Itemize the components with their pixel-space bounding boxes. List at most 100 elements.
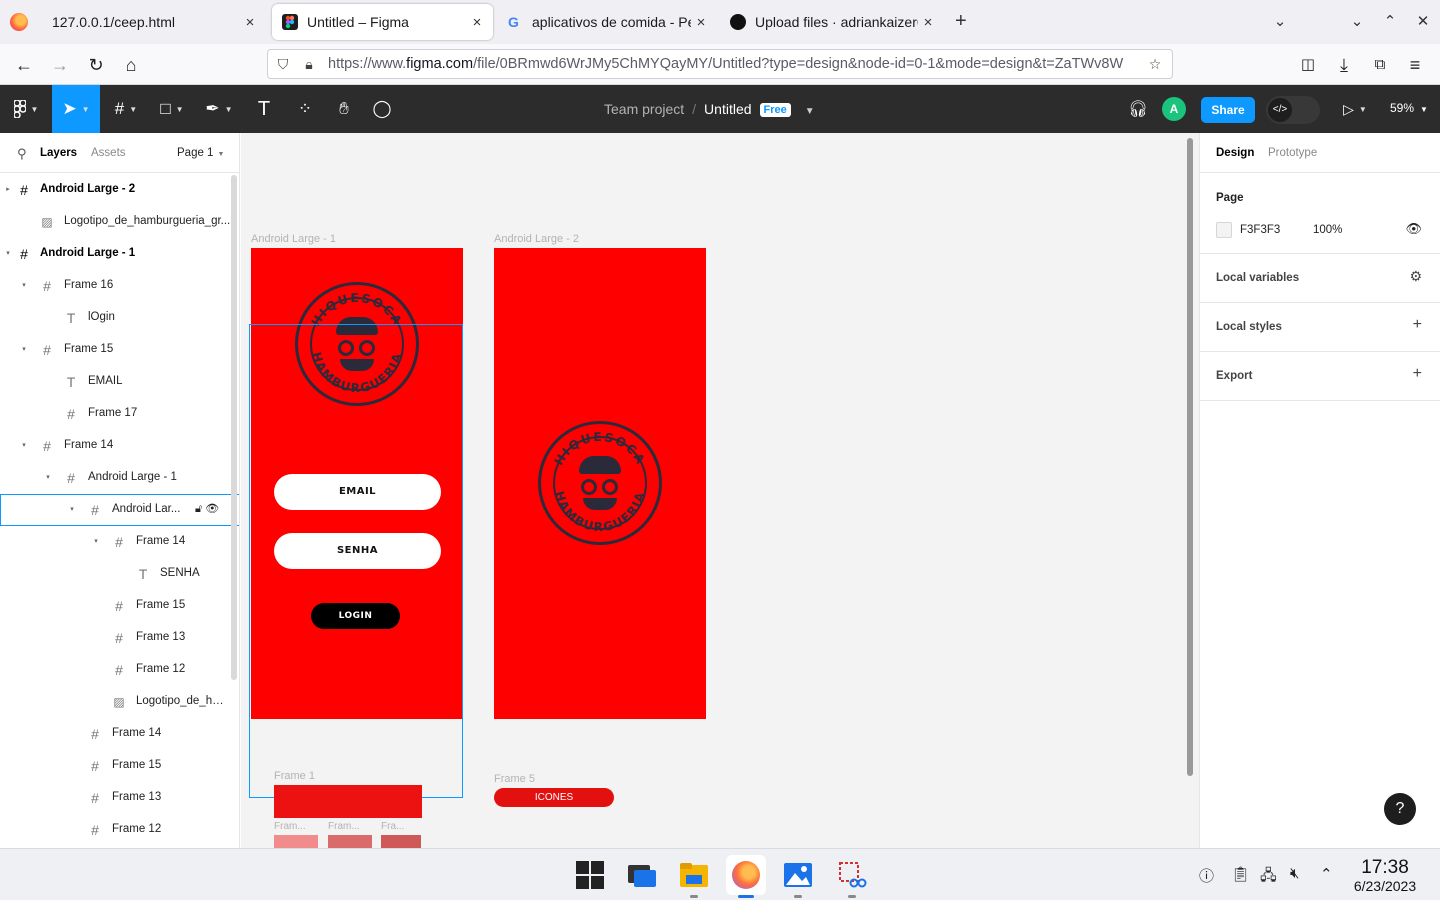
tab-design[interactable]: Design (1216, 147, 1254, 159)
forward-icon[interactable]: → (48, 53, 72, 77)
layer-row-selected[interactable]: ▾ # Android Lar... 🔓︎ 👁︎ (0, 494, 239, 526)
share-button[interactable]: Share (1201, 97, 1255, 123)
file-name[interactable]: Untitled (704, 101, 751, 117)
zoom-menu[interactable]: 59% ▼ (1390, 101, 1428, 115)
page-opacity-value[interactable]: 100% (1313, 224, 1342, 236)
frame-tool-button[interactable]: # ▼ (106, 85, 146, 133)
eye-icon[interactable]: 👁︎ (1405, 221, 1422, 237)
menu-icon[interactable]: ≡ (1403, 53, 1427, 77)
layer-row[interactable]: ▸ # Android Large - 2 (0, 174, 232, 206)
firefox-taskbar-icon[interactable] (726, 855, 766, 895)
expand-chevron-icon[interactable]: ▾ (91, 537, 101, 545)
image-viewer-icon[interactable] (782, 859, 814, 891)
layer-row[interactable]: # Frame 13 (0, 782, 232, 814)
color-swatch[interactable] (274, 835, 318, 848)
layer-row[interactable]: ▨ Logotipo_de_hamburgueria_gr... (0, 206, 232, 238)
shape-tool-button[interactable]: □ ▼ (152, 85, 192, 133)
layer-row[interactable]: ▾ # Frame 16 (0, 270, 232, 302)
color-swatch[interactable] (381, 835, 421, 848)
start-menu-icon[interactable] (574, 859, 606, 891)
file-menu-chevron-icon[interactable]: ▼ (805, 106, 815, 117)
comment-tool-button[interactable]: ◯ (368, 85, 396, 133)
back-icon[interactable]: ← (12, 53, 36, 77)
icones-button[interactable]: ICONES (494, 788, 614, 807)
browser-tab[interactable]: Upload files · adriankaizer6 × (720, 4, 944, 40)
browser-tab-active[interactable]: Untitled – Figma × (272, 4, 493, 40)
frame-label[interactable]: Frame 1 (274, 770, 315, 782)
task-view-icon[interactable] (626, 859, 658, 891)
expand-chevron-icon[interactable]: ▾ (19, 345, 29, 353)
page-selector[interactable]: Page 1 ▼ (177, 147, 224, 159)
layer-row[interactable]: T lOgin (0, 302, 232, 334)
file-manager-icon[interactable] (678, 859, 710, 891)
close-window-icon[interactable]: ✕ (1413, 12, 1433, 30)
page-color-value[interactable]: F3F3F3 (1240, 224, 1280, 236)
layer-row[interactable]: ▨ Logotipo_de_ha... (0, 686, 232, 718)
browser-tab[interactable]: 127.0.0.1/ceep.html × (42, 4, 266, 40)
selection-outline[interactable] (249, 324, 463, 798)
tray-chevron-icon[interactable]: ⌃ (1320, 865, 1333, 883)
network-icon[interactable]: 🖧︎ (1260, 865, 1277, 890)
frame-1[interactable] (274, 785, 422, 818)
reload-icon[interactable]: ↻ (84, 53, 108, 77)
close-tab-icon[interactable]: × (691, 14, 711, 31)
tab-prototype[interactable]: Prototype (1268, 147, 1317, 159)
browser-tab[interactable]: G aplicativos de comida - Pes × (497, 4, 717, 40)
variables-settings-icon[interactable]: ⚙︎ (1409, 268, 1422, 285)
maximize-icon[interactable]: ⌃ (1380, 12, 1400, 30)
close-tab-icon[interactable]: × (918, 14, 938, 31)
firefox-icon[interactable] (10, 13, 28, 31)
search-icon[interactable]: ⚲ (17, 146, 27, 162)
pen-tool-button[interactable]: ✒ ▼ (198, 85, 240, 133)
layer-row[interactable]: # Frame 14 (0, 718, 232, 750)
artboard-android-large-2[interactable]: HIQUESOCA HAMBURGUERIA (494, 248, 706, 719)
snipping-tool-icon[interactable] (836, 859, 868, 891)
clock[interactable]: 17:38 6/23/2023 (1340, 857, 1430, 894)
resources-button[interactable]: ⁘ (290, 85, 320, 133)
text-tool-button[interactable]: T (250, 85, 278, 133)
layer-row[interactable]: T EMAIL (0, 366, 232, 398)
minimize-icon[interactable]: ⌄ (1347, 12, 1367, 30)
clipboard-icon[interactable]: 📋︎ (1231, 865, 1250, 883)
expand-chevron-icon[interactable]: ▾ (67, 505, 77, 513)
layer-row[interactable]: ▾ # Android Large - 1 (0, 238, 232, 270)
layer-row[interactable]: ▾ # Frame 15 (0, 334, 232, 366)
local-variables-heading[interactable]: Local variables (1216, 272, 1299, 284)
move-tool-button[interactable]: ➤ ▼ (52, 85, 100, 133)
new-tab-button[interactable]: + (955, 11, 967, 31)
layer-row[interactable]: # Frame 13 (0, 622, 232, 654)
expand-chevron-icon[interactable]: ▾ (19, 281, 29, 289)
help-button[interactable]: ? (1384, 793, 1416, 825)
layer-row[interactable]: ▾ # Android Large - 1 (0, 462, 232, 494)
avatar[interactable]: A (1162, 97, 1186, 121)
home-icon[interactable]: ⌂ (119, 53, 143, 77)
shield-icon[interactable]: ⛉ (272, 56, 294, 73)
layer-row[interactable]: ▾ # Frame 14 (0, 526, 232, 558)
dev-mode-toggle[interactable]: </> (1266, 96, 1320, 124)
layer-row[interactable]: # Frame 12 (0, 814, 232, 846)
close-tab-icon[interactable]: × (467, 14, 487, 31)
audio-call-button[interactable]: 🎧︎ (1124, 85, 1152, 133)
hand-tool-button[interactable]: ✋︎ (330, 85, 358, 133)
layer-row[interactable]: # Frame 15 (0, 590, 232, 622)
download-icon[interactable]: ⤓ (1332, 53, 1356, 77)
frame-label[interactable]: Android Large - 1 (251, 233, 336, 245)
layer-row[interactable]: # Frame 12 (0, 654, 232, 686)
frame-label[interactable]: Android Large - 2 (494, 233, 579, 245)
expand-chevron-icon[interactable]: ▾ (43, 473, 53, 481)
volume-muted-icon[interactable]: 🔇︎ (1290, 865, 1299, 882)
url-bar[interactable]: ⛉ 🔒︎ https://www.figma.com/file/0BRmwd6W… (267, 49, 1173, 79)
layer-row[interactable]: T SENHA (0, 558, 232, 590)
page-color-swatch[interactable] (1216, 222, 1232, 238)
list-all-tabs-icon[interactable]: ⌄ (1270, 12, 1290, 30)
main-menu-button[interactable]: ▼ (0, 85, 52, 133)
design-canvas[interactable]: Android Large - 1 Android Large - 2 HIQU… (241, 133, 1199, 848)
swatch-label[interactable]: Fram... (328, 821, 360, 832)
layer-row[interactable]: # Frame 17 (0, 398, 232, 430)
extensions-icon[interactable]: ⧉ (1368, 53, 1392, 77)
tab-assets[interactable]: Assets (91, 147, 126, 159)
eye-icon[interactable]: 👁︎ (205, 503, 219, 515)
frame-label[interactable]: Frame 5 (494, 773, 535, 785)
url-text[interactable]: https://www.figma.com/file/0BRmwd6WrJMy5… (328, 56, 1140, 72)
swatch-label[interactable]: Fra... (381, 821, 404, 832)
